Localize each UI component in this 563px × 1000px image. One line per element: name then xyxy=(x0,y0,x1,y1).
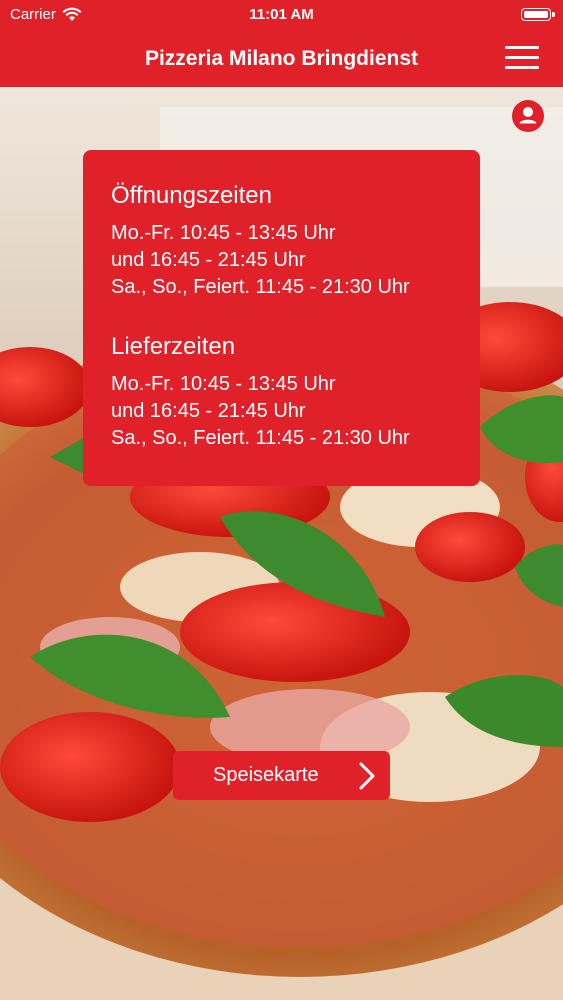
opening-hours-line: Sa., So., Feiert. 11:45 - 21:30 Uhr xyxy=(111,276,410,298)
battery-icon xyxy=(521,8,555,21)
chevron-right-icon xyxy=(359,762,375,790)
delivery-hours-line: Mo.-Fr. 10:45 - 13:45 Uhr xyxy=(111,373,336,395)
opening-hours-line: und 16:45 - 21:45 Uhr xyxy=(111,249,306,271)
hours-card: Öffnungszeiten Mo.-Fr. 10:45 - 13:45 Uhr… xyxy=(83,150,480,486)
menu-card-button-label: Speisekarte xyxy=(213,764,319,786)
status-bar: Carrier 11:01 AM xyxy=(0,0,563,30)
opening-hours-title: Öffnungszeiten xyxy=(111,182,273,209)
user-account-button[interactable] xyxy=(512,100,544,132)
user-icon xyxy=(519,107,537,124)
status-time: 11:01 AM xyxy=(249,6,314,23)
opening-hours-line: Mo.-Fr. 10:45 - 13:45 Uhr xyxy=(111,222,336,244)
delivery-hours-title: Lieferzeiten xyxy=(111,333,236,360)
delivery-hours-line: Sa., So., Feiert. 11:45 - 21:30 Uhr xyxy=(111,427,410,449)
delivery-hours-line: und 16:45 - 21:45 Uhr xyxy=(111,400,306,422)
page-title: Pizzeria Milano Bringdienst xyxy=(144,47,419,70)
nav-bar: Pizzeria Milano Bringdienst xyxy=(0,30,563,87)
menu-card-button[interactable]: Speisekarte xyxy=(173,751,390,800)
hamburger-menu-icon[interactable] xyxy=(505,44,539,72)
